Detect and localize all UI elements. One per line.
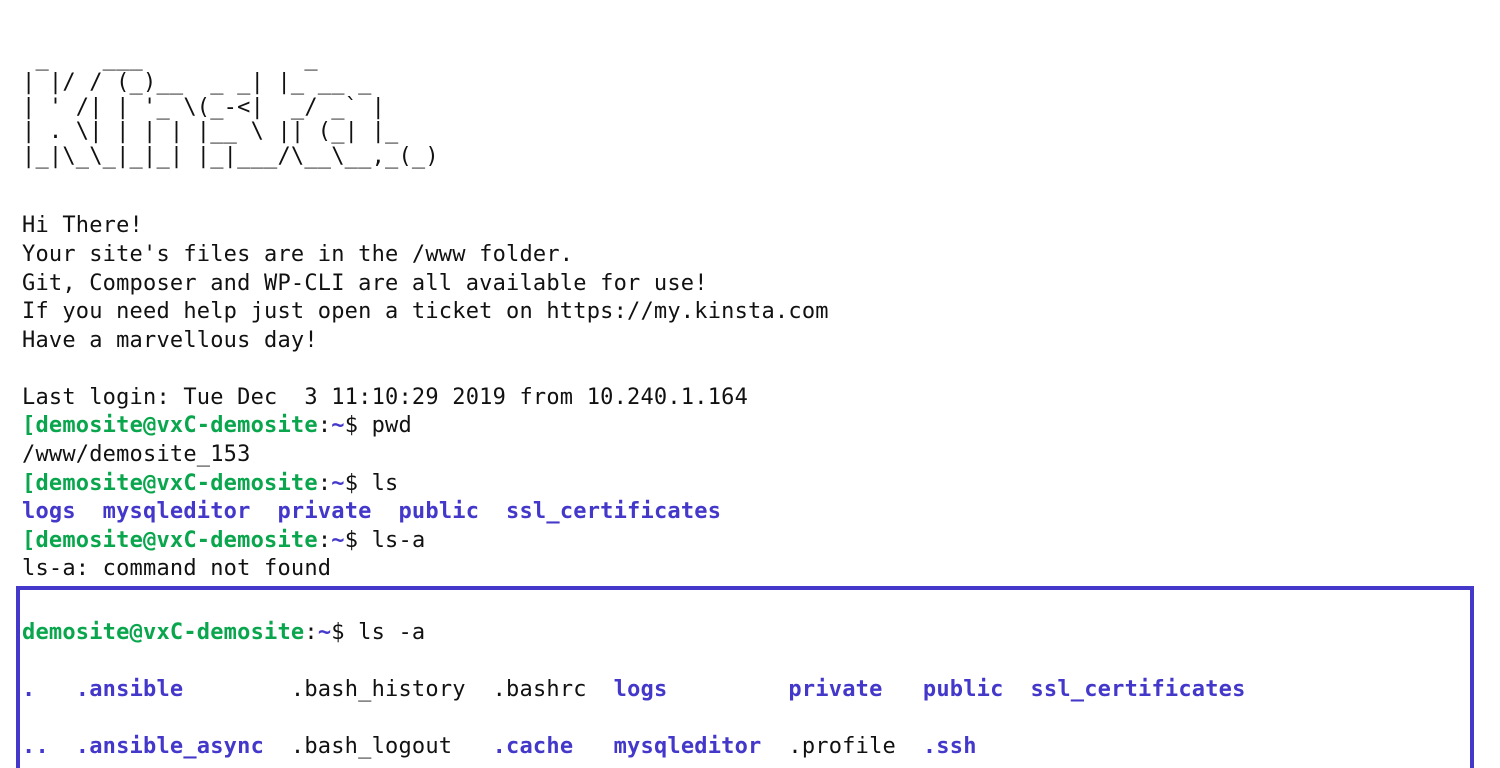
prompt-colon: : [304,620,317,645]
file-entry: .bashrc [493,677,587,702]
dir-entry: logs [22,499,76,524]
command-ls: ls [372,471,399,496]
prompt-dollar: $ [345,413,372,438]
dir-entry: .ansible [76,677,184,702]
ls-a-output-row: . .ansible .bash_history .bashrc logs pr… [22,676,1466,705]
prompt-path: ~ [331,471,344,496]
ascii-art-logo: _ ___ _ | |/ / (_)__ _ _| |_ __ _ | ' /|… [22,47,1478,170]
dir-entry: .ssh [923,734,977,759]
dir-entry: . [22,677,35,702]
dir-entry: .. [22,734,49,759]
dir-entry: .cache [493,734,574,759]
prompt-path: ~ [318,620,331,645]
dir-entry: mysqleditor [614,734,762,759]
ls-a-output-row: .. .ansible_async .bash_logout .cache my… [22,733,1466,762]
prompt-colon: : [318,528,331,553]
motd-line: Hi There! [22,213,143,238]
prompt-line: [demosite@vxC-demosite:~$ ls [22,471,399,496]
prompt-dollar: $ [345,528,372,553]
dir-entry: public [923,677,1004,702]
dir-entry: ssl_certificates [1030,677,1245,702]
dir-entry: private [788,677,882,702]
dir-entry: ssl_certificates [506,499,721,524]
highlighted-region: demosite@vxC-demosite:~$ ls -a . .ansibl… [16,586,1474,768]
prompt-bracket: [ [22,413,35,438]
prompt-line: [demosite@vxC-demosite:~$ pwd [22,413,412,438]
prompt-path: ~ [331,413,344,438]
prompt-user-host: demosite@vxC-demosite [35,528,317,553]
file-entry: .bash_history [291,677,466,702]
dir-entry: private [277,499,371,524]
terminal[interactable]: _ ___ _ | |/ / (_)__ _ _| |_ __ _ | ' /|… [0,0,1500,768]
last-login-line: Last login: Tue Dec 3 11:10:29 2019 from… [22,385,748,410]
motd-line: Your site's files are in the /www folder… [22,242,573,267]
dir-entry: public [398,499,479,524]
prompt-path: ~ [331,528,344,553]
prompt-bracket: [ [22,471,35,496]
file-entry: .bash_logout [291,734,452,759]
motd-line: Git, Composer and WP-CLI are all availab… [22,271,708,296]
prompt-user-host: demosite@vxC-demosite [35,413,317,438]
dir-entry: mysqleditor [103,499,251,524]
command-pwd: pwd [372,413,412,438]
prompt-colon: : [318,471,331,496]
motd-line: If you need help just open a ticket on h… [22,299,829,324]
command-lsa-bad: ls-a [372,528,426,553]
prompt-line: demosite@vxC-demosite:~$ ls -a [22,619,1466,648]
dir-entry: logs [614,677,668,702]
prompt-colon: : [318,413,331,438]
dir-entry: .ansible_async [76,734,264,759]
prompt-user-host: demosite@vxC-demosite [35,471,317,496]
motd-line: Have a marvellous day! [22,328,318,353]
prompt-dollar: $ [331,620,358,645]
prompt-dollar: $ [345,471,372,496]
error-output: ls-a: command not found [22,556,331,581]
file-entry: .profile [788,734,896,759]
ls-output: logs mysqleditor private public ssl_cert… [22,499,721,524]
prompt-bracket: [ [22,528,35,553]
prompt-user-host: demosite@vxC-demosite [22,620,304,645]
pwd-output: /www/demosite_153 [22,442,251,467]
command-ls-a: ls -a [358,620,425,645]
prompt-line: [demosite@vxC-demosite:~$ ls-a [22,528,425,553]
